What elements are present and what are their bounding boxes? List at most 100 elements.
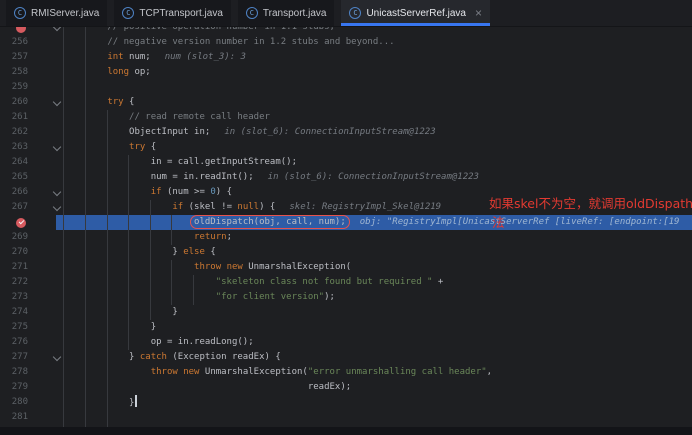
code-token: } — [64, 398, 134, 408]
code-token: catch — [140, 352, 167, 362]
code-token: } — [64, 247, 183, 257]
code-line-258[interactable]: 258 long op; — [0, 65, 692, 80]
editor-tab-bar: CRMIServer.java CTCPTransport.java CTransp… — [0, 0, 692, 27]
breakpoint-hit-icon[interactable] — [16, 218, 26, 228]
code-line-281[interactable]: 281 — [0, 410, 692, 425]
line-number: 279 — [0, 380, 28, 395]
code-line-262[interactable]: 262 ObjectInput in;in (slot_6): Connecti… — [0, 125, 692, 140]
line-number: 271 — [0, 260, 28, 275]
code-line-273[interactable]: 273 "for client version"); — [0, 290, 692, 305]
code-token: ; — [227, 232, 232, 242]
fold-chevron-icon[interactable] — [53, 188, 61, 196]
code-line-267[interactable]: 267 if (skel != null) {skel: RegistryImp… — [0, 200, 692, 215]
line-number: 261 — [0, 110, 28, 125]
fold-chevron-icon[interactable] — [53, 98, 61, 106]
close-icon[interactable]: × — [475, 7, 482, 19]
code-token: (num >= — [162, 187, 211, 197]
code-token: null — [237, 202, 259, 212]
code-text: readEx); — [64, 380, 351, 395]
line-number: 266 — [0, 185, 28, 200]
java-class-icon: C — [14, 7, 26, 19]
line-number: 272 — [0, 275, 28, 290]
breakpoint-icon[interactable] — [16, 27, 26, 33]
code-token: throw — [64, 367, 178, 377]
line-number: 274 — [0, 305, 28, 320]
line-number: 278 — [0, 365, 28, 380]
code-text: throw new UnmarshalException( — [64, 260, 351, 275]
code-text: if (num >= 0) { — [64, 185, 232, 200]
code-line-272[interactable]: 272 "skeleton class not found but requir… — [0, 275, 692, 290]
code-line-266[interactable]: 266 if (num >= 0) { — [0, 185, 692, 200]
code-text: try { — [64, 140, 156, 155]
code-token: op; — [129, 67, 151, 77]
code-text: } — [64, 320, 156, 335]
line-number: 269 — [0, 230, 28, 245]
code-line-260[interactable]: 260 try { — [0, 95, 692, 110]
code-token: + — [432, 277, 443, 287]
code-line-263[interactable]: 263 try { — [0, 140, 692, 155]
code-line-264[interactable]: 264 in = call.getInputStream(); — [0, 155, 692, 170]
line-number: 270 — [0, 245, 28, 260]
code-token: num = in.readInt(); — [64, 172, 254, 182]
code-line-255[interactable]: // positive operation number in 1.1 stub… — [0, 27, 692, 35]
code-token: } — [64, 322, 156, 332]
code-token: int — [64, 52, 124, 62]
code-line-279[interactable]: 279 readEx); — [0, 380, 692, 395]
debugger-inline-hint: in (slot_6): ConnectionInputStream@1223 — [224, 127, 435, 137]
code-line-278[interactable]: 278 throw new UnmarshalException("error … — [0, 365, 692, 380]
tab-transport-java[interactable]: CTransport.java — [238, 0, 335, 26]
code-line-280[interactable]: 280 } — [0, 395, 692, 410]
code-line-275[interactable]: 275 } — [0, 320, 692, 335]
code-line-274[interactable]: 274 } — [0, 305, 692, 320]
code-text: } else { — [64, 245, 216, 260]
code-token: ); — [324, 292, 335, 302]
code-text: long op; — [64, 65, 151, 80]
code-token: "error unmarshalling call header" — [308, 367, 487, 377]
fold-chevron-icon[interactable] — [53, 143, 61, 151]
code-token: , — [487, 367, 492, 377]
code-token: { — [124, 97, 135, 107]
fold-chevron-icon[interactable] — [53, 353, 61, 361]
code-token: long — [64, 67, 129, 77]
debugger-inline-hint: num (slot_3): 3 — [165, 52, 246, 62]
line-number: 281 — [0, 410, 28, 425]
fold-chevron-icon[interactable] — [53, 203, 61, 211]
code-line-259[interactable]: 259 — [0, 80, 692, 95]
code-line-271[interactable]: 271 throw new UnmarshalException( — [0, 260, 692, 275]
code-line-257[interactable]: 257 int num;num (slot_3): 3 — [0, 50, 692, 65]
code-token — [64, 217, 194, 227]
code-token: } — [64, 352, 140, 362]
line-number: 258 — [0, 65, 28, 80]
fold-chevron-icon[interactable] — [53, 27, 61, 31]
line-number: 275 — [0, 320, 28, 335]
tab-rmiserver-java[interactable]: CRMIServer.java — [6, 0, 107, 26]
code-text: "for client version"); — [64, 290, 335, 305]
line-number: 280 — [0, 395, 28, 410]
code-text: return; — [64, 230, 232, 245]
code-token: new — [183, 367, 199, 377]
code-token: } — [64, 307, 178, 317]
line-number: 267 — [0, 200, 28, 215]
code-token: ) { — [216, 187, 232, 197]
code-text: if (skel != null) {skel: RegistryImpl_Sk… — [64, 200, 441, 215]
code-text: num = in.readInt();in (slot_6): Connecti… — [64, 170, 479, 185]
code-token: in = call.getInputStream(); — [64, 157, 297, 167]
tab-tcptransport-java[interactable]: CTCPTransport.java — [114, 0, 231, 26]
code-text: // positive operation number in 1.1 stub… — [64, 27, 335, 35]
tab-unicastserverref-java[interactable]: CUnicastServerRef.java× — [341, 0, 490, 26]
line-number: 273 — [0, 290, 28, 305]
code-line-261[interactable]: 261 // read remote call header — [0, 110, 692, 125]
code-line-269[interactable]: 269 return; — [0, 230, 692, 245]
code-editor[interactable]: // positive operation number in 1.1 stub… — [0, 27, 692, 435]
window-bottom-edge — [0, 427, 692, 435]
code-line-265[interactable]: 265 num = in.readInt();in (slot_6): Conn… — [0, 170, 692, 185]
code-line-270[interactable]: 270 } else { — [0, 245, 692, 260]
code-line-276[interactable]: 276 op = in.readLong(); — [0, 335, 692, 350]
code-line-277[interactable]: 277 } catch (Exception readEx) { — [0, 350, 692, 365]
code-line-268[interactable]: oldDispatch(obj, call, num);obj: "Regist… — [0, 215, 692, 230]
boxed-call-expression: oldDispatch(obj, call, num); — [194, 217, 346, 227]
code-token: try — [64, 97, 124, 107]
code-line-256[interactable]: 256 // negative version number in 1.2 st… — [0, 35, 692, 50]
code-text: oldDispatch(obj, call, num);obj: "Regist… — [64, 215, 679, 230]
code-text: throw new UnmarshalException("error unma… — [64, 365, 492, 380]
